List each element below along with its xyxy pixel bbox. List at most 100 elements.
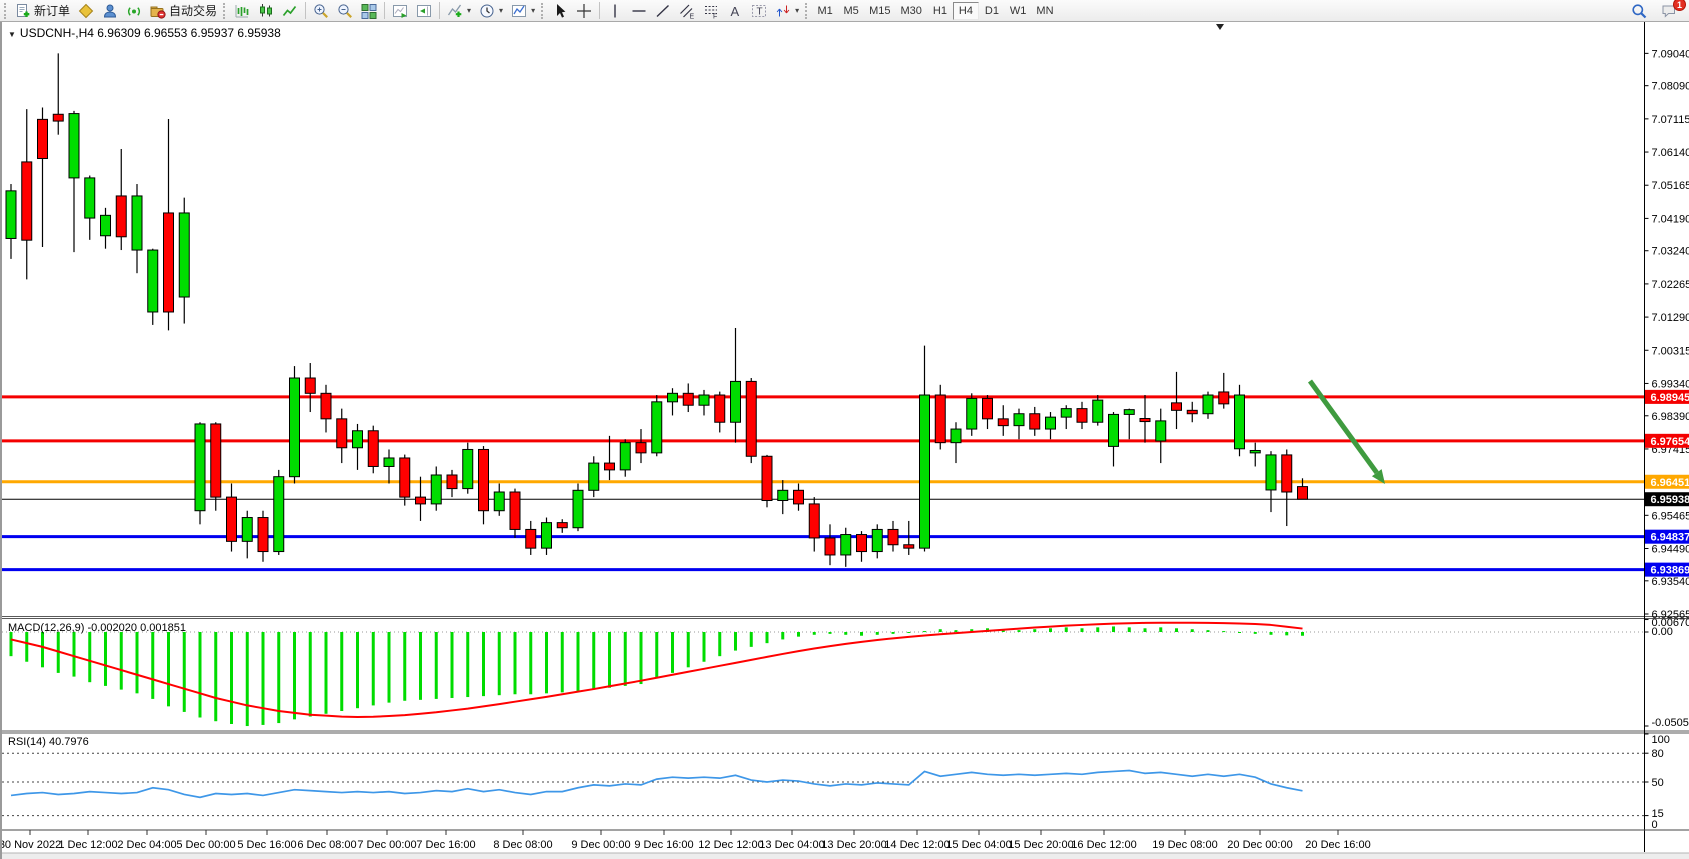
price-badge-label: 6.98945 <box>1651 392 1689 404</box>
timeframe-button-m30[interactable]: M30 <box>896 2 927 20</box>
text-label-button[interactable]: T <box>747 1 771 21</box>
periods-button[interactable]: ▾ <box>475 1 507 21</box>
zoom-out-icon <box>337 3 353 19</box>
fibonacci-button[interactable]: F <box>699 1 723 21</box>
toolbar-grip[interactable] <box>4 3 9 19</box>
price-tick-label: 7.05165 <box>1652 180 1689 192</box>
toolbar-group: E FA T ▾ <box>548 0 803 22</box>
templates-button[interactable]: ▾ <box>507 1 539 21</box>
chevron-down-icon[interactable]: ▾ <box>795 6 799 15</box>
vertical-line-button[interactable] <box>603 1 627 21</box>
new-order-button-label: 新订单 <box>34 2 70 19</box>
time-tick-label: 9 Dec 00:00 <box>571 839 630 851</box>
timeframe-button-m5[interactable]: M5 <box>838 2 864 20</box>
chart-shift-button[interactable] <box>412 1 436 21</box>
chart-window: ▼USDCNH-,H4 6.96309 6.96553 6.95937 6.95… <box>0 22 1689 859</box>
search-icon <box>1631 3 1647 19</box>
price-badge-label: 6.97654 <box>1651 436 1689 448</box>
time-tick-label: 15 Dec 04:00 <box>946 839 1011 851</box>
crosshair-icon <box>576 3 592 19</box>
timeframe-button-w1[interactable]: W1 <box>1005 2 1032 20</box>
indicators-button[interactable]: ▾ <box>443 1 475 21</box>
search-button[interactable] <box>1627 1 1651 21</box>
price-badge-label: 6.94837 <box>1651 532 1689 544</box>
time-tick-label: 20 Dec 16:00 <box>1305 839 1370 851</box>
auto-scroll-button[interactable] <box>388 1 412 21</box>
time-tick-label: 15 Dec 20:00 <box>1008 839 1073 851</box>
time-tick-label: 8 Dec 08:00 <box>493 839 552 851</box>
equidistant-channel-button[interactable]: E <box>675 1 699 21</box>
chevron-down-icon[interactable]: ▾ <box>499 6 503 15</box>
time-tick-label: 5 Dec 00:00 <box>176 839 235 851</box>
chart-canvas[interactable]: 7.090407.080907.071157.061407.051657.041… <box>2 22 1689 859</box>
price-badge-label: 6.93869 <box>1651 565 1689 577</box>
signals-button[interactable] <box>122 1 146 21</box>
price-tick-label: 7.06140 <box>1652 147 1689 159</box>
svg-text:A: A <box>731 4 740 19</box>
notifications-button[interactable]: 1 <box>1657 1 1681 21</box>
zoom-in-button[interactable] <box>309 1 333 21</box>
text-icon: A <box>727 3 743 19</box>
price-tick-label: 6.99340 <box>1652 378 1689 390</box>
tile-windows-icon <box>361 3 377 19</box>
timeframe-button-h1[interactable]: H1 <box>927 2 953 20</box>
toolbar-grip[interactable] <box>805 3 810 19</box>
arrows-button[interactable]: ▾ <box>771 1 803 21</box>
price-tick-label: 6.93540 <box>1652 576 1689 588</box>
chevron-down-icon[interactable]: ▾ <box>467 6 471 15</box>
time-tick-label: 7 Dec 00:00 <box>357 839 416 851</box>
bar-chart-button[interactable] <box>230 1 254 21</box>
quotes-icon <box>78 3 94 19</box>
channel-icon: E <box>679 3 695 19</box>
toolbar: 新订单 自动交易 ▾ ▾ ▾ E FA T ▾ M1M5M15M30H1H4D1W1MN 1 <box>0 0 1689 22</box>
timeframe-button-d1[interactable]: D1 <box>979 2 1005 20</box>
cursor-button[interactable] <box>548 1 572 21</box>
toolbar-grip[interactable] <box>541 3 546 19</box>
price-tick-label: 7.00315 <box>1652 345 1689 357</box>
fibonacci-icon: F <box>703 3 719 19</box>
candlestick-chart-button[interactable] <box>254 1 278 21</box>
time-tick-label: 2 Dec 04:00 <box>117 839 176 851</box>
horizontal-line-button[interactable] <box>627 1 651 21</box>
time-tick-label: 12 Dec 12:00 <box>698 839 763 851</box>
chevron-down-icon[interactable]: ▾ <box>531 6 535 15</box>
rsi-tick-label: 50 <box>1652 777 1664 789</box>
chart-title: ▼USDCNH-,H4 6.96309 6.96553 6.95937 6.95… <box>8 26 281 40</box>
autotrading-icon <box>150 3 166 19</box>
price-badge-label: 6.96451 <box>1651 477 1689 489</box>
autotrading-button[interactable]: 自动交易 <box>146 1 221 21</box>
price-tick-label: 7.02265 <box>1652 279 1689 291</box>
quotes-button[interactable] <box>74 1 98 21</box>
trendline-button[interactable] <box>651 1 675 21</box>
periods-icon <box>479 3 495 19</box>
toolbar-separator <box>305 2 306 19</box>
crosshair-button[interactable] <box>572 1 596 21</box>
toolbar-separator <box>384 2 385 19</box>
price-tick-label: 7.03240 <box>1652 246 1689 258</box>
shapes-icon <box>775 3 791 19</box>
timeframe-button-h4[interactable]: H4 <box>953 2 979 20</box>
rsi-tick-label: 100 <box>1652 734 1670 746</box>
toolbar-group: M1M5M15M30H1H4D1W1MN <box>812 0 1058 22</box>
svg-text:T: T <box>757 6 763 17</box>
toolbar-grip[interactable] <box>223 3 228 19</box>
time-tick-label: 9 Dec 16:00 <box>634 839 693 851</box>
time-tick-label: 13 Dec 04:00 <box>759 839 824 851</box>
chart-collapse-icon[interactable]: ▼ <box>8 30 16 39</box>
macd-tick-label: 0.00 <box>1652 626 1673 638</box>
timeframe-button-m15[interactable]: M15 <box>864 2 895 20</box>
price-tick-label: 7.07115 <box>1652 114 1689 126</box>
time-axis[interactable]: 30 Nov 20221 Dec 12:002 Dec 04:005 Dec 0… <box>2 830 1371 851</box>
text-button[interactable]: A <box>723 1 747 21</box>
new-order-button[interactable]: 新订单 <box>11 1 74 21</box>
svg-text:E: E <box>690 13 695 19</box>
time-tick-label: 7 Dec 16:00 <box>416 839 475 851</box>
zoom-out-button[interactable] <box>333 1 357 21</box>
tile-windows-button[interactable] <box>357 1 381 21</box>
profile-button[interactable] <box>98 1 122 21</box>
line-chart-button[interactable] <box>278 1 302 21</box>
vline-icon <box>607 3 623 19</box>
line-chart-icon <box>282 3 298 19</box>
timeframe-button-mn[interactable]: MN <box>1031 2 1058 20</box>
timeframe-button-m1[interactable]: M1 <box>812 2 838 20</box>
